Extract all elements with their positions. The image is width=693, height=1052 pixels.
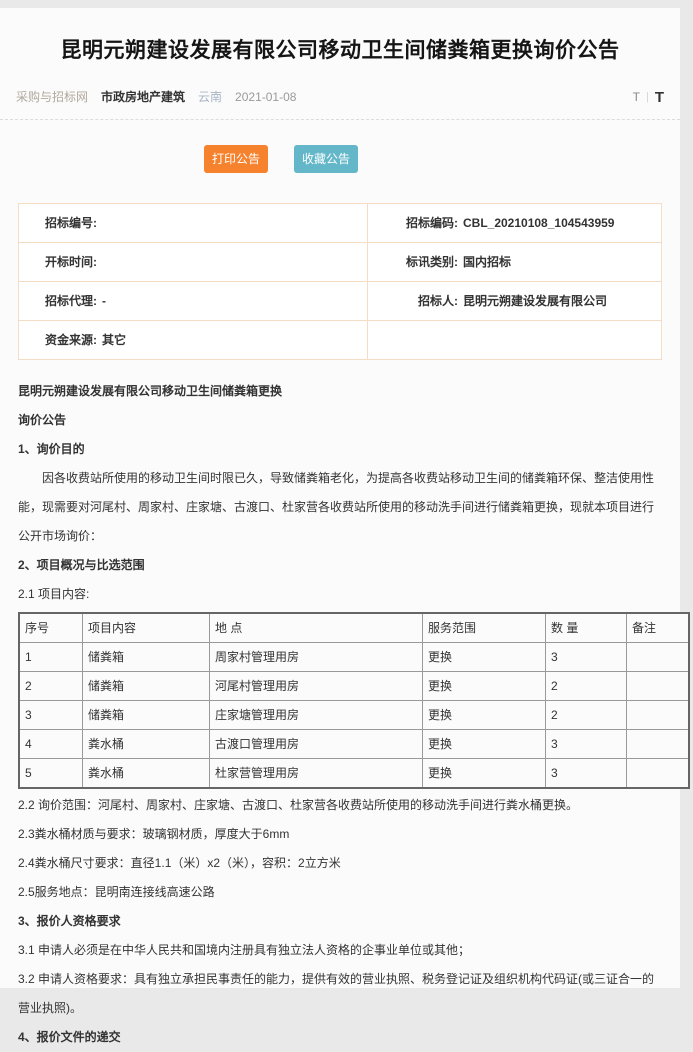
- table-cell: 2: [546, 700, 627, 729]
- table-cell: 2: [19, 671, 83, 700]
- action-buttons-row: 打印公告 收藏公告: [0, 145, 680, 173]
- table-cell: 5: [19, 758, 83, 788]
- font-controls-divider: |: [646, 91, 649, 103]
- info-label: 招标代理:: [45, 294, 97, 308]
- info-value: 国内招标: [463, 255, 511, 269]
- table-cell: 3: [19, 700, 83, 729]
- section-heading: 1、询价目的: [18, 435, 662, 464]
- table-row: 资金来源: 其它: [19, 320, 662, 359]
- table-cell: [627, 758, 690, 788]
- info-label: 招标人:: [396, 292, 458, 309]
- project-content-table: 序号 项目内容 地 点 服务范围 数 量 备注 1 储粪箱 周家村管理用房 更换…: [18, 612, 690, 789]
- body-paragraph: 2.4粪水桶尺寸要求：直径1.1（米）x2（米），容积：2立方米: [18, 849, 662, 878]
- tender-info-table: 招标编号: 招标编码: CBL_20210108_104543959 开标时间: …: [18, 203, 662, 360]
- section-heading: 4、报价文件的递交: [18, 1023, 662, 1052]
- table-cell: 粪水桶: [83, 758, 210, 788]
- info-label: 标讯类别:: [396, 253, 458, 270]
- announcement-page: 昆明元朔建设发展有限公司移动卫生间储粪箱更换询价公告 采购与招标网 市政房地产建…: [0, 8, 680, 988]
- source-site-label: 采购与招标网: [16, 88, 88, 105]
- info-label: 资金来源:: [45, 333, 97, 347]
- table-row: 招标编号: 招标编码: CBL_20210108_104543959: [19, 203, 662, 242]
- table-cell: 更换: [423, 642, 546, 671]
- table-cell: 储粪箱: [83, 671, 210, 700]
- table-cell: 2: [546, 671, 627, 700]
- table-cell: 3: [546, 729, 627, 758]
- info-label: 招标编号:: [45, 216, 97, 230]
- info-value: -: [102, 294, 106, 308]
- table-cell: 古渡口管理用房: [210, 729, 423, 758]
- table-header-row: 序号 项目内容 地 点 服务范围 数 量 备注: [19, 613, 689, 643]
- table-cell: 1: [19, 642, 83, 671]
- info-label: 开标时间:: [45, 255, 97, 269]
- table-row: 2 储粪箱 河尾村管理用房 更换 2: [19, 671, 689, 700]
- table-cell: 杜家营管理用房: [210, 758, 423, 788]
- table-row: 4 粪水桶 古渡口管理用房 更换 3: [19, 729, 689, 758]
- column-header: 项目内容: [83, 613, 210, 643]
- column-header: 服务范围: [423, 613, 546, 643]
- table-cell: [627, 671, 690, 700]
- table-cell: 庄家塘管理用房: [210, 700, 423, 729]
- table-cell: 河尾村管理用房: [210, 671, 423, 700]
- category-label: 市政房地产建筑: [101, 88, 185, 105]
- column-header: 序号: [19, 613, 83, 643]
- table-row: 1 储粪箱 周家村管理用房 更换 3: [19, 642, 689, 671]
- page-title: 昆明元朔建设发展有限公司移动卫生间储粪箱更换询价公告: [0, 8, 680, 66]
- body-paragraph: 2.2 询价范围：河尾村、周家村、庄家塘、古渡口、杜家营各收费站所使用的移动洗手…: [18, 791, 662, 820]
- table-cell: [627, 642, 690, 671]
- body-paragraph: 3.1 申请人必须是在中华人民共和国境内注册具有独立法人资格的企事业单位或其他；: [18, 936, 662, 965]
- body-paragraph: 2.3粪水桶材质与要求：玻璃钢材质，厚度大于6mm: [18, 820, 662, 849]
- column-header: 地 点: [210, 613, 423, 643]
- info-value: CBL_20210108_104543959: [463, 216, 614, 230]
- body-paragraph: 因各收费站所使用的移动卫生间时限已久，导致储粪箱老化，为提高各收费站移动卫生间的…: [18, 464, 662, 551]
- region-label: 云南: [198, 88, 222, 105]
- body-paragraph: 3.2 申请人资格要求：具有独立承担民事责任的能力，提供有效的营业执照、税务登记…: [18, 965, 662, 1023]
- column-header: 数 量: [546, 613, 627, 643]
- body-paragraph: 2.5服务地点：昆明南连接线高速公路: [18, 878, 662, 907]
- publish-date: 2021-01-08: [235, 90, 296, 104]
- table-cell: 更换: [423, 758, 546, 788]
- table-row: 招标代理:- 招标人: 昆明元朔建设发展有限公司: [19, 281, 662, 320]
- favorite-announcement-button[interactable]: 收藏公告: [294, 145, 358, 173]
- body-paragraph: 2.1 项目内容:: [18, 580, 662, 609]
- dashed-divider: [0, 119, 680, 120]
- font-size-controls: T | T: [633, 89, 664, 106]
- info-value: 其它: [102, 333, 126, 347]
- table-row: 开标时间: 标讯类别: 国内招标: [19, 242, 662, 281]
- table-cell: [627, 700, 690, 729]
- section-heading: 3、报价人资格要求: [18, 907, 662, 936]
- section-heading: 2、项目概况与比选范围: [18, 551, 662, 580]
- table-row: 5 粪水桶 杜家营管理用房 更换 3: [19, 758, 689, 788]
- info-label: 招标编码:: [396, 214, 458, 231]
- table-cell: 3: [546, 758, 627, 788]
- table-cell: 更换: [423, 700, 546, 729]
- table-row: 3 储粪箱 庄家塘管理用房 更换 2: [19, 700, 689, 729]
- body-heading: 昆明元朔建设发展有限公司移动卫生间储粪箱更换: [18, 377, 662, 406]
- print-announcement-button[interactable]: 打印公告: [204, 145, 268, 173]
- table-cell: 更换: [423, 729, 546, 758]
- font-increase-button[interactable]: T: [655, 89, 664, 106]
- table-cell: 4: [19, 729, 83, 758]
- body-heading: 询价公告: [18, 406, 662, 435]
- table-cell: 储粪箱: [83, 642, 210, 671]
- table-cell: 周家村管理用房: [210, 642, 423, 671]
- announcement-body: 昆明元朔建设发展有限公司移动卫生间储粪箱更换 询价公告 1、询价目的 因各收费站…: [0, 377, 680, 1052]
- table-cell: 3: [546, 642, 627, 671]
- info-value: 昆明元朔建设发展有限公司: [463, 294, 607, 308]
- column-header: 备注: [627, 613, 690, 643]
- table-cell: 更换: [423, 671, 546, 700]
- table-cell: [627, 729, 690, 758]
- table-cell: 粪水桶: [83, 729, 210, 758]
- font-decrease-button[interactable]: T: [633, 90, 640, 104]
- table-cell: 储粪箱: [83, 700, 210, 729]
- meta-row: 采购与招标网 市政房地产建筑 云南 2021-01-08 T | T: [0, 88, 680, 106]
